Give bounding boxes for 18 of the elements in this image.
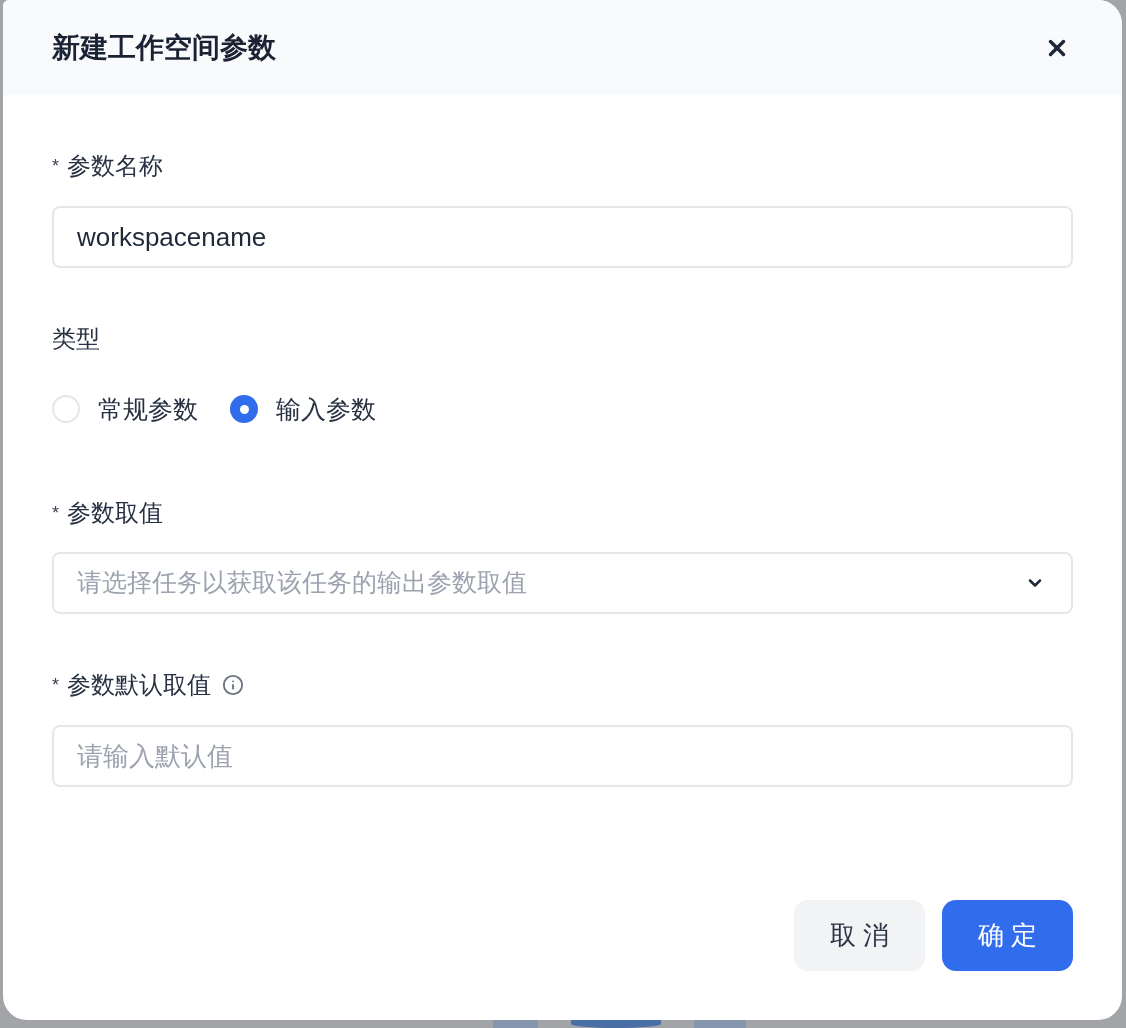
field-label: 参数默认取值 bbox=[67, 670, 211, 700]
backdrop-tile bbox=[493, 1020, 538, 1028]
radio-button[interactable] bbox=[52, 395, 80, 423]
radio-option[interactable]: 常规参数 bbox=[52, 393, 198, 425]
info-icon[interactable] bbox=[222, 674, 244, 696]
field-label: 参数取值 bbox=[67, 498, 163, 528]
radio-button[interactable] bbox=[230, 395, 258, 423]
text-field[interactable]: workspacename bbox=[52, 206, 1073, 268]
required-mark: * bbox=[52, 504, 59, 522]
field-label: 类型 bbox=[52, 324, 100, 354]
required-mark: * bbox=[52, 157, 59, 175]
field-label: 参数名称 bbox=[67, 151, 163, 181]
backdrop-tile bbox=[694, 1020, 746, 1028]
confirm-button[interactable]: 确 定 bbox=[942, 900, 1073, 971]
dialog-title: 新建工作空间参数 bbox=[52, 30, 276, 65]
cancel-button[interactable]: 取 消 bbox=[794, 900, 925, 971]
required-mark: * bbox=[52, 676, 59, 694]
radio-option[interactable]: 输入参数 bbox=[230, 393, 376, 425]
